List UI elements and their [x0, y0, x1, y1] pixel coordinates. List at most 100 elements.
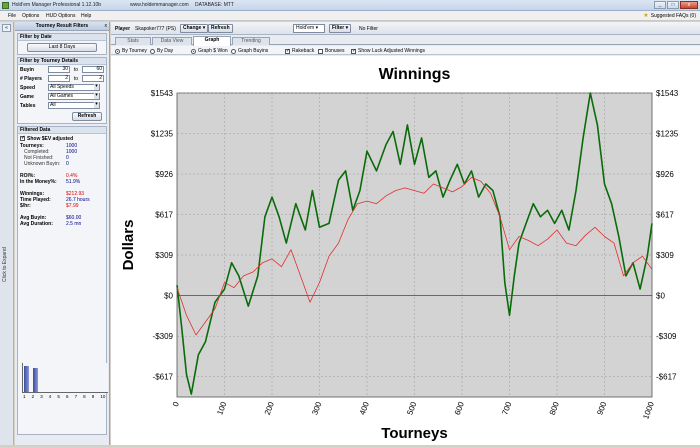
- checkbox-icon: ✓: [351, 47, 357, 54]
- players-row: # Players 2 to 2: [18, 74, 106, 83]
- buyin-label: Buyin: [20, 66, 34, 73]
- graph-buyins-option[interactable]: Graph Buyins: [231, 48, 268, 54]
- mini-chart-bar: [32, 368, 38, 392]
- filter-button[interactable]: Filter ▾: [329, 24, 352, 33]
- mini-chart-tick: 1: [23, 394, 26, 399]
- y-tick-label-left: $1235: [151, 129, 174, 138]
- mini-chart-bar: [24, 366, 29, 392]
- close-button[interactable]: x: [680, 1, 698, 9]
- by-day-option[interactable]: By Day: [150, 48, 173, 54]
- tables-label: Tables: [20, 102, 36, 109]
- y-tick-label-left: $0: [164, 292, 173, 301]
- mini-chart-axis: 1 2 3 4 5 6 7 8 9 10: [23, 394, 109, 399]
- panel-close-icon[interactable]: x: [105, 22, 108, 30]
- tab-graph[interactable]: Graph: [193, 36, 231, 46]
- mini-chart-tick: 2: [31, 394, 35, 399]
- x-tick-label: 900: [595, 400, 608, 416]
- x-tick-label: 600: [453, 400, 466, 416]
- radio-icon: [191, 48, 196, 54]
- x-tick-label: 100: [215, 400, 228, 416]
- filtered-data-group: Filtered Data ✓ Show $EV adjusted Tourne…: [17, 126, 109, 435]
- suggested-faqs[interactable]: ★ Suggested FAQs (0): [643, 12, 696, 20]
- graph-won-option[interactable]: Graph $ Won: [191, 48, 228, 54]
- change-player-button[interactable]: Change ▾: [180, 24, 209, 33]
- game-row: Game All Games: [18, 92, 106, 101]
- window-url: www.holdemmanager.com: [130, 2, 189, 8]
- speed-select[interactable]: All Speeds: [48, 84, 100, 91]
- mini-chart-tick: 4: [48, 394, 52, 399]
- x-tick-label: 0: [171, 400, 181, 408]
- radio-icon: [115, 48, 120, 54]
- menu-help[interactable]: Help: [81, 13, 91, 19]
- tab-trending[interactable]: Trending: [232, 37, 270, 45]
- expand-label[interactable]: Click to Expand: [2, 232, 12, 282]
- y-tick-label-left: $617: [155, 211, 173, 220]
- show-ev-label: Show $EV adjusted: [27, 135, 74, 142]
- bonuses-label: Bonuses: [325, 48, 345, 54]
- menu-bar: File Options HUD Options Help ★ Suggeste…: [0, 11, 700, 21]
- x-tick-label: 800: [548, 400, 561, 416]
- y-tick-label-right: -$617: [656, 373, 677, 382]
- luck-adjusted-option[interactable]: ✓ Show Luck Adjusted Winnings: [351, 48, 425, 54]
- stats-list: Tourneys: 1000 Completed: 1000 Not Finished:…: [18, 143, 106, 227]
- by-tourney-option[interactable]: By Tourney: [115, 48, 147, 54]
- toolbar: Player Skapoker777 (PS) Change ▾ Refresh…: [111, 22, 700, 35]
- refresh-filters-button[interactable]: Refresh: [72, 112, 102, 121]
- group-title: Filter by Tourney Details: [18, 58, 106, 65]
- title-bar: Hold'em Manager Professional 1.12.10b ww…: [0, 0, 700, 11]
- last-8-days-button[interactable]: Last 8 Days: [27, 43, 97, 52]
- mini-chart-tick: 9: [91, 394, 95, 399]
- menu-file[interactable]: File: [8, 13, 16, 19]
- y-tick-label-right: $0: [656, 292, 665, 301]
- speed-row: Speed All Speeds: [18, 83, 106, 92]
- players-from-field[interactable]: 2: [48, 75, 70, 82]
- expand-icon[interactable]: «: [2, 24, 11, 32]
- y-tick-label-right: $926: [656, 170, 674, 179]
- minimize-button[interactable]: _: [654, 1, 666, 9]
- window-title: Hold'em Manager Professional 1.12.10b: [12, 2, 102, 8]
- maximize-button[interactable]: □: [667, 1, 679, 9]
- app-icon: [2, 2, 9, 9]
- y-tick-label-left: $926: [155, 170, 173, 179]
- game-type-select[interactable]: Hold'em ▾: [293, 24, 325, 33]
- checkbox-icon: ✓: [285, 47, 291, 54]
- buyin-to-field[interactable]: 60: [82, 66, 104, 73]
- buyin-from-field[interactable]: 30: [48, 66, 70, 73]
- game-select[interactable]: All Games: [48, 93, 100, 100]
- players-to-field[interactable]: 2: [82, 75, 104, 82]
- x-tick-label: 700: [500, 400, 513, 416]
- x-tick-label: 400: [358, 400, 371, 416]
- y-tick-label-left: -$309: [153, 332, 174, 341]
- x-tick-label: 300: [310, 400, 323, 416]
- menu-hud-options[interactable]: HUD Options: [46, 13, 75, 19]
- mini-chart-tick: 5: [57, 394, 60, 399]
- tab-stats[interactable]: Stats: [115, 37, 151, 45]
- graph-options: By Tourney By Day Graph $ Won Graph Buyi…: [111, 46, 700, 55]
- tables-select[interactable]: All: [48, 102, 100, 109]
- filter-by-details-group: Filter by Tourney Details Buyin 30 to 60…: [17, 57, 107, 124]
- tab-data-view[interactable]: Data View: [152, 37, 192, 45]
- y-tick-label-left: -$617: [153, 373, 174, 382]
- y-tick-label-right: $1543: [656, 89, 679, 98]
- filter-by-date-group: Filter by Date Last 8 Days: [17, 33, 107, 55]
- show-ev-checkbox[interactable]: ✓: [20, 136, 25, 141]
- x-tick-label: 1000: [641, 400, 656, 420]
- stat-value: 0: [66, 161, 69, 167]
- star-icon: ★: [643, 12, 649, 19]
- menu-options[interactable]: Options: [22, 13, 39, 19]
- bonuses-option[interactable]: Bonuses: [318, 48, 344, 54]
- filter-status: No Filter: [359, 26, 378, 32]
- rakeback-option[interactable]: ✓ Rakeback: [285, 48, 314, 54]
- graph-buyins-label: Graph Buyins: [238, 48, 269, 54]
- x-tick-label: 500: [405, 400, 418, 416]
- suggested-faqs-label: Suggested FAQs (0): [650, 13, 696, 19]
- radio-icon: [231, 48, 236, 54]
- game-type-value: Hold'em: [296, 25, 315, 31]
- to-label: to: [73, 75, 79, 82]
- group-title: Filter by Date: [18, 34, 106, 41]
- mini-chart-tick: 7: [74, 394, 78, 399]
- y-tick-label-right: $309: [656, 251, 674, 260]
- refresh-button[interactable]: Refresh: [208, 24, 233, 33]
- player-name: Skapoker777 (PS): [135, 26, 176, 32]
- collapsed-sidebar: « Click to Expand: [0, 22, 14, 445]
